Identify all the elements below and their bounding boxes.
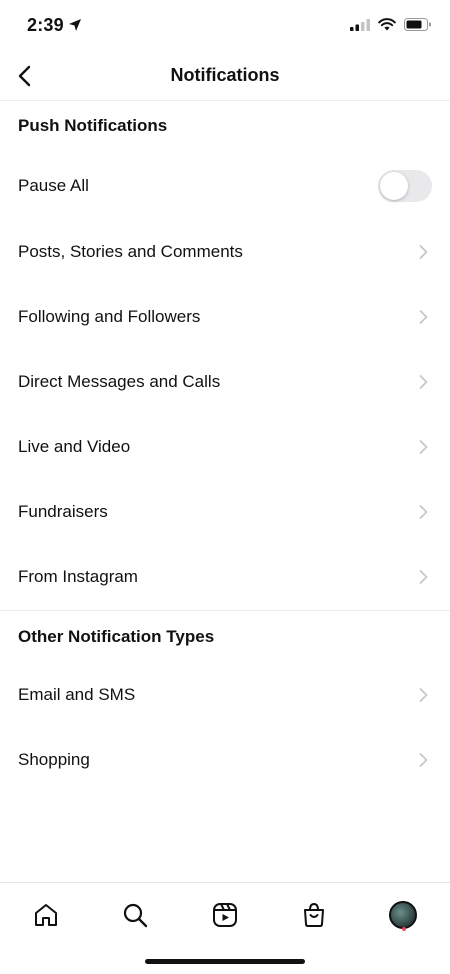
chevron-right-icon xyxy=(419,245,428,259)
row-email-sms[interactable]: Email and SMS xyxy=(0,665,450,725)
row-following-followers[interactable]: Following and Followers xyxy=(0,287,450,347)
shop-icon xyxy=(304,902,324,927)
chevron-right-icon xyxy=(419,375,428,389)
row-direct-messages-calls[interactable]: Direct Messages and Calls xyxy=(0,352,450,412)
row-label: Live and Video xyxy=(18,437,131,456)
page-title: Notifications xyxy=(170,65,280,85)
row-label: Posts, Stories and Comments xyxy=(18,242,243,261)
row-fundraisers[interactable]: Fundraisers xyxy=(0,482,450,542)
row-live-video[interactable]: Live and Video xyxy=(0,417,450,477)
home-icon xyxy=(35,904,57,926)
chevron-right-icon xyxy=(419,688,428,702)
row-label: Email and SMS xyxy=(18,685,136,704)
status-bar: 2:39 xyxy=(0,0,450,52)
wifi-icon xyxy=(378,18,396,36)
status-indicators xyxy=(350,18,432,36)
row-posts-stories-comments[interactable]: Posts, Stories and Comments xyxy=(0,222,450,282)
chevron-right-icon xyxy=(419,440,428,454)
cellular-signal-icon xyxy=(350,18,370,36)
row-label: Following and Followers xyxy=(18,307,201,326)
search-icon xyxy=(123,903,148,928)
row-label: Shopping xyxy=(18,750,90,769)
chevron-right-icon xyxy=(419,310,428,324)
reels-icon xyxy=(213,903,237,927)
row-from-instagram[interactable]: From Instagram xyxy=(0,547,450,607)
home-indicator xyxy=(145,959,305,964)
row-shopping[interactable]: Shopping xyxy=(0,730,450,790)
notification-dot xyxy=(402,927,406,931)
tab-reels[interactable] xyxy=(205,895,245,935)
section-title-push: Push Notifications xyxy=(18,116,168,135)
header: Notifications xyxy=(0,52,450,101)
location-arrow-icon xyxy=(68,18,82,37)
status-time: 2:39 xyxy=(27,15,64,35)
row-pause-all: Pause All xyxy=(0,156,450,216)
tab-shop[interactable] xyxy=(294,895,334,935)
chevron-right-icon xyxy=(419,753,428,767)
row-label: From Instagram xyxy=(18,567,138,586)
profile-avatar xyxy=(389,901,417,929)
toggle-knob xyxy=(380,172,408,200)
section-title-other: Other Notification Types xyxy=(18,627,215,646)
row-label: Direct Messages and Calls xyxy=(18,372,221,391)
chevron-right-icon xyxy=(419,570,428,584)
row-label: Pause All xyxy=(18,176,89,195)
row-label: Fundraisers xyxy=(18,502,108,521)
section-divider xyxy=(0,610,450,611)
chevron-right-icon xyxy=(419,505,428,519)
pause-all-toggle[interactable] xyxy=(378,170,432,202)
tab-home[interactable] xyxy=(26,895,66,935)
tab-search[interactable] xyxy=(115,895,155,935)
battery-icon xyxy=(404,18,432,36)
